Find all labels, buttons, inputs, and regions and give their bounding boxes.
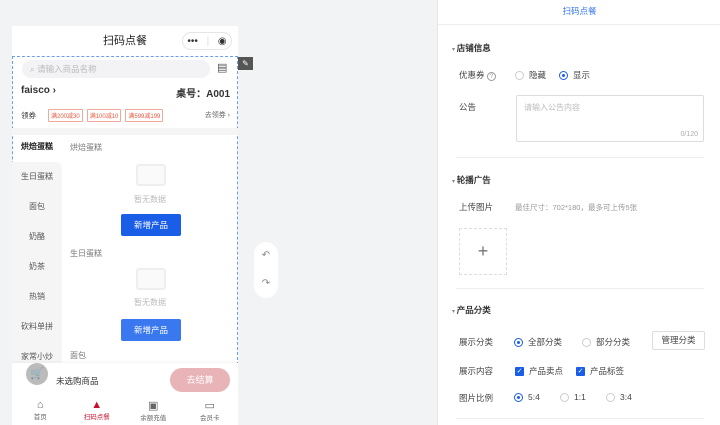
tab-scan-order[interactable]: ▲ 扫码点餐 <box>69 399 125 422</box>
help-icon[interactable]: ? <box>486 72 496 81</box>
radio-ratio-5-4[interactable]: 5:4 <box>514 392 540 402</box>
section-title: 生日蛋糕 <box>70 249 102 258</box>
notice-label: 公告 <box>459 102 477 112</box>
upload-add-button[interactable]: + <box>459 228 507 275</box>
notice-char-count: 0/120 <box>680 131 698 138</box>
tab-member-card[interactable]: ▭ 会员卡 <box>182 399 238 422</box>
tab-recharge[interactable]: ▣ 余额充值 <box>125 399 181 422</box>
panel-title: 扫码点餐 <box>438 0 720 25</box>
notice-textarea[interactable]: 请输入公告内容 0/120 <box>516 95 704 142</box>
checkbox-product-tag[interactable]: ✓ 产品标签 <box>576 365 624 377</box>
table-number: 桌号：A001 <box>176 89 230 100</box>
section-title: 面包 <box>70 351 86 360</box>
category-item[interactable]: 生日蛋糕 <box>12 162 62 192</box>
home-icon: ⌂ <box>36 399 44 411</box>
cloche-icon: ▲ <box>91 399 103 411</box>
wallet-icon: ▣ <box>148 400 159 412</box>
category-list: 烘焙蛋糕 生日蛋糕 面包 奶酪 奶茶 热销 砍料单拼 家常小炒 <box>12 132 62 372</box>
display-category-label: 展示分类 <box>459 337 494 347</box>
category-item[interactable]: 奶茶 <box>12 252 62 282</box>
divider <box>456 157 704 158</box>
store-name[interactable]: faisco › <box>21 85 56 96</box>
checkout-button[interactable]: 去结算 <box>170 368 230 392</box>
notice-placeholder: 请输入公告内容 <box>524 103 580 112</box>
section-title: 烘焙蛋糕 <box>70 143 102 152</box>
undo-icon[interactable]: ↶ <box>254 242 278 270</box>
radio-partial-categories[interactable]: 部分分类 <box>582 336 630 348</box>
cart-icon[interactable]: 🛒 <box>26 363 48 385</box>
search-input[interactable]: ⌕ 请输入商品名称 <box>22 60 210 78</box>
coupon-tag[interactable]: 满200减30 <box>48 109 83 122</box>
close-icon[interactable]: ◉ <box>218 36 227 47</box>
category-item[interactable]: 砍料单拼 <box>12 312 62 342</box>
manage-categories-button[interactable]: 管理分类 <box>652 331 705 350</box>
order-list-icon[interactable]: ▤ <box>217 61 227 74</box>
radio-show[interactable]: 显示 <box>559 69 590 81</box>
coupon-list: 满200减30 满100减10 满599减199 <box>48 109 164 122</box>
section-store-info[interactable]: ▾ 店铺信息 <box>452 42 491 54</box>
upload-label: 上传图片 <box>459 202 494 212</box>
empty-box-icon <box>136 164 166 186</box>
empty-text: 暂无数据 <box>134 298 166 307</box>
add-product-button[interactable]: 新增产品 <box>121 214 181 236</box>
history-toolbar: ↶ ↷ <box>254 242 278 298</box>
empty-box-icon <box>136 268 166 290</box>
upload-hint: 最佳尺寸：702*180，最多可上传5张 <box>515 203 638 212</box>
radio-ratio-1-1[interactable]: 1:1 <box>560 392 586 402</box>
divider <box>456 418 704 419</box>
category-item[interactable]: 面包 <box>12 192 62 222</box>
radio-all-categories[interactable]: 全部分类 <box>514 336 562 348</box>
add-product-button[interactable]: 新增产品 <box>121 319 181 341</box>
more-icon[interactable]: ••• <box>187 36 198 47</box>
empty-text: 暂无数据 <box>134 195 166 204</box>
display-content-label: 展示内容 <box>459 366 494 376</box>
search-placeholder: 请输入商品名称 <box>37 64 97 74</box>
checkbox-selling-point[interactable]: ✓ 产品卖点 <box>515 365 563 377</box>
divider <box>456 288 704 289</box>
phone-preview: 扫码点餐 ••• | ◉ ⌕ 请输入商品名称 ▤ faisco › 桌号：A001 … <box>12 26 238 425</box>
card-icon: ▭ <box>204 400 215 412</box>
settings-panel: 扫码点餐 ▾ 店铺信息 优惠券 ? 隐藏 显示 公告 请输入公告内容 0/120… <box>437 0 720 425</box>
redo-icon[interactable]: ↷ <box>254 270 278 298</box>
cart-status: 未选购商品 <box>56 376 99 386</box>
capsule-menu[interactable]: ••• | ◉ <box>182 32 232 50</box>
coupon-tag[interactable]: 满599减199 <box>125 109 164 122</box>
image-ratio-label: 图片比例 <box>459 393 494 403</box>
edit-icon[interactable]: ✎ <box>238 57 253 70</box>
coupon-field-label: 优惠券 ? <box>459 69 496 81</box>
radio-ratio-3-4[interactable]: 3:4 <box>606 392 632 402</box>
section-banner[interactable]: ▾ 轮播广告 <box>452 174 491 186</box>
coupon-label: 领券 <box>21 111 36 120</box>
tab-home[interactable]: ⌂ 首页 <box>12 399 68 422</box>
coupon-tag[interactable]: 满100减10 <box>86 109 122 122</box>
get-coupon-link[interactable]: 去领券 › <box>205 110 230 120</box>
category-item-active[interactable]: 烘焙蛋糕 <box>12 132 62 162</box>
tab-bar: ⌂ 首页 ▲ 扫码点餐 ▣ 余额充值 ▭ 会员卡 <box>12 399 238 422</box>
radio-hide[interactable]: 隐藏 <box>515 69 546 81</box>
section-product-category[interactable]: ▾ 产品分类 <box>452 304 491 316</box>
category-item[interactable]: 热销 <box>12 282 62 312</box>
category-item[interactable]: 奶酪 <box>12 222 62 252</box>
